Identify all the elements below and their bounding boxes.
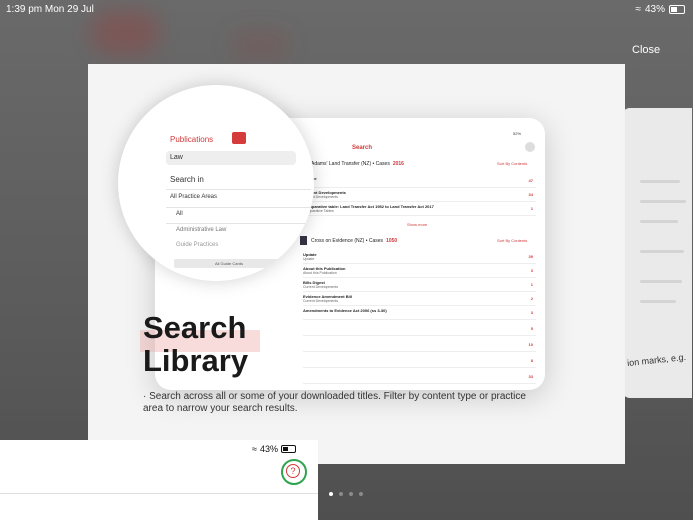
tablet-toggle bbox=[525, 142, 535, 152]
battery-icon bbox=[669, 5, 685, 14]
divider bbox=[166, 223, 311, 224]
result-row: Bills Digest Current Developments 1 bbox=[303, 280, 536, 292]
mock-button: All Guide Cards bbox=[174, 259, 284, 268]
mock-search-field bbox=[166, 151, 296, 165]
battery-percent: 43% bbox=[259, 444, 278, 454]
sort-link: Sort By Contents bbox=[497, 238, 528, 243]
result-row: 8 bbox=[303, 356, 536, 368]
wifi-icon: ≈ bbox=[252, 444, 257, 454]
filter-option: All Practice Areas bbox=[170, 194, 218, 200]
result-row: Update Update 39 bbox=[303, 252, 536, 264]
result-row: 10 bbox=[303, 340, 536, 352]
sort-link: Sort By Contents bbox=[497, 161, 528, 166]
result-row: UpdateUpdate47 bbox=[303, 176, 536, 188]
divider bbox=[166, 189, 311, 190]
book-header: Adams' Land Transfer (NZ) • Cases 2016 bbox=[300, 159, 404, 169]
result-row: Comparative table: Land Transfer Act 195… bbox=[303, 204, 536, 216]
app-status: ≈ 43% bbox=[252, 444, 296, 454]
mock-search-value: Law bbox=[170, 154, 183, 161]
search-in-label: Search in bbox=[170, 175, 204, 184]
app-panel: ≈ 43% bbox=[0, 440, 318, 520]
result-row: Current Developments Current Developments… bbox=[303, 190, 536, 202]
filter-option: Administrative Law bbox=[176, 227, 227, 233]
page-dot[interactable] bbox=[359, 492, 363, 496]
battery-icon bbox=[280, 445, 296, 453]
wifi-icon: ≈ bbox=[635, 4, 641, 15]
result-row: 33 bbox=[303, 372, 536, 384]
close-button[interactable]: Close bbox=[632, 44, 660, 56]
book-title: Adams' Land Transfer (NZ) • Cases bbox=[311, 160, 390, 167]
filter-option: Guide Practices bbox=[176, 242, 219, 248]
help-icon[interactable]: ? bbox=[286, 464, 300, 478]
tablet-search-title: Search bbox=[352, 145, 373, 151]
result-row: About this Publication About this Publica… bbox=[303, 266, 536, 278]
page-dot[interactable] bbox=[349, 492, 353, 496]
filter-option: All bbox=[176, 211, 183, 217]
tablet-battery: 52% bbox=[513, 131, 522, 136]
divider bbox=[166, 207, 311, 208]
book-header: Cross on Evidence (NZ) • Cases 1050 bbox=[300, 236, 397, 246]
publications-label: Publications bbox=[170, 135, 214, 144]
book-count: 1050 bbox=[386, 237, 398, 244]
battery-percent: 43% bbox=[644, 4, 665, 15]
status-right: ≈ 43% bbox=[635, 4, 685, 15]
result-row: Evidence Amendment Bill Current Developme… bbox=[303, 294, 536, 306]
filter-icon bbox=[232, 132, 246, 144]
page-indicator[interactable] bbox=[329, 492, 363, 496]
book-title: Cross on Evidence (NZ) • Cases bbox=[311, 237, 384, 244]
result-row: 5 bbox=[303, 324, 536, 336]
background-blur bbox=[230, 30, 290, 60]
page-dot[interactable] bbox=[329, 492, 333, 496]
show-more-link: Show more bbox=[407, 222, 428, 227]
book-count: 2016 bbox=[392, 160, 404, 167]
book-icon bbox=[300, 236, 307, 245]
result-row: Amendments to Evidence Act 2006 (ss 3-30… bbox=[303, 308, 536, 320]
status-bar: 1:39 pm Mon 29 Jul ≈ 43% bbox=[0, 0, 693, 18]
slide-title: Search Library bbox=[143, 310, 249, 378]
status-time: 1:39 pm Mon 29 Jul bbox=[6, 4, 94, 15]
magnifier-lens: Publications Law Search in All Practice … bbox=[118, 85, 314, 281]
slide-description: · Search across all or some of your down… bbox=[143, 391, 526, 414]
page-dot[interactable] bbox=[339, 492, 343, 496]
